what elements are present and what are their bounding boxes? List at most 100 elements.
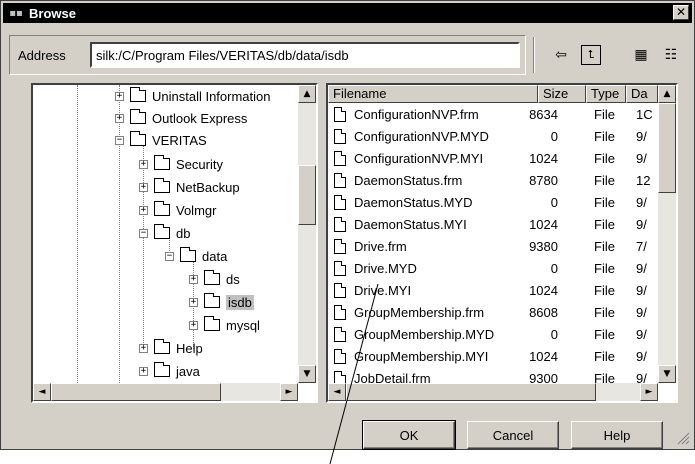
folder-icon bbox=[154, 362, 170, 377]
scroll-right-arrow-icon[interactable]: ► bbox=[640, 383, 658, 401]
file-row[interactable]: DaemonStatus.MYI 1024 File 9/ bbox=[328, 214, 658, 236]
file-icon bbox=[334, 261, 346, 276]
collapse-icon[interactable]: − bbox=[115, 135, 124, 145]
file-icon bbox=[334, 151, 346, 166]
folder-icon bbox=[130, 109, 146, 124]
folder-icon bbox=[204, 270, 220, 285]
expand-icon[interactable]: + bbox=[189, 320, 198, 330]
address-input[interactable]: silk:/C/Program Files/VERITAS/db/data/is… bbox=[90, 42, 520, 68]
scroll-thumb[interactable] bbox=[346, 383, 596, 401]
resize-grip-icon[interactable] bbox=[676, 431, 690, 445]
expand-icon[interactable]: + bbox=[189, 297, 198, 307]
expand-icon[interactable]: + bbox=[139, 205, 148, 215]
toolbar-separator bbox=[533, 37, 535, 73]
folder-icon bbox=[130, 131, 146, 146]
file-icon bbox=[334, 239, 346, 254]
scroll-down-arrow-icon[interactable]: ▼ bbox=[658, 365, 676, 383]
expand-icon[interactable]: + bbox=[139, 343, 148, 353]
column-header-date[interactable]: Da bbox=[626, 85, 658, 103]
scroll-up-arrow-icon[interactable]: ▲ bbox=[298, 85, 316, 103]
tree-item-db[interactable]: − db bbox=[139, 222, 190, 244]
file-row[interactable]: GroupMembership.MYI 1024 File 9/ bbox=[328, 346, 658, 368]
file-row[interactable]: GroupMembership.MYD 0 File 9/ bbox=[328, 324, 658, 346]
folder-icon bbox=[154, 155, 170, 170]
expand-icon[interactable]: + bbox=[115, 91, 124, 101]
files-vertical-scrollbar[interactable]: ▲ ▼ bbox=[658, 85, 676, 383]
ok-button[interactable]: OK bbox=[362, 420, 456, 450]
file-icon bbox=[334, 305, 346, 320]
folder-icon bbox=[204, 293, 220, 308]
tree-item-volmgr[interactable]: + Volmgr bbox=[139, 199, 216, 221]
browse-dialog: ▪▪ Browse ✕ Address silk:/C/Program File… bbox=[0, 0, 695, 450]
tree-item-java[interactable]: + java bbox=[139, 360, 200, 382]
scroll-left-arrow-icon[interactable]: ◄ bbox=[33, 383, 51, 401]
up-folder-icon[interactable]: ⮤ bbox=[581, 45, 601, 65]
help-button[interactable]: Help bbox=[571, 421, 663, 449]
folder-icon bbox=[154, 201, 170, 216]
folder-icon bbox=[154, 339, 170, 354]
tree-item-data[interactable]: − data bbox=[165, 245, 227, 267]
file-icon bbox=[334, 283, 346, 298]
title-bar[interactable]: ▪▪ Browse ✕ bbox=[3, 3, 692, 23]
selected-folder-label: isdb bbox=[226, 294, 254, 310]
address-bar: Address silk:/C/Program Files/VERITAS/db… bbox=[9, 35, 526, 75]
scroll-right-arrow-icon[interactable]: ► bbox=[280, 383, 298, 401]
tree-item-help[interactable]: + Help bbox=[139, 337, 203, 359]
list-view-icon[interactable]: ▦ bbox=[629, 43, 653, 67]
file-row[interactable]: DaemonStatus.MYD 0 File 9/ bbox=[328, 192, 658, 214]
file-row[interactable]: GroupMembership.frm 8608 File 9/ bbox=[328, 302, 658, 324]
column-header-filename[interactable]: Filename bbox=[328, 85, 538, 103]
tree-vertical-scrollbar[interactable]: ▲ ▼ bbox=[298, 85, 316, 383]
file-row[interactable]: Drive.MYD 0 File 9/ bbox=[328, 258, 658, 280]
folder-tree[interactable]: + Uninstall Information + Outlook Express … bbox=[31, 83, 318, 403]
scroll-thumb[interactable] bbox=[298, 165, 316, 225]
scroll-down-arrow-icon[interactable]: ▼ bbox=[298, 365, 316, 383]
dialog-title: Browse bbox=[29, 5, 76, 21]
scroll-thumb[interactable] bbox=[51, 383, 221, 401]
file-row[interactable]: ConfigurationNVP.frm 8634 File 1C bbox=[328, 104, 658, 126]
tree-item-veritas[interactable]: − VERITAS bbox=[115, 129, 207, 151]
file-icon bbox=[334, 349, 346, 364]
file-row[interactable]: ConfigurationNVP.MYI 1024 File 9/ bbox=[328, 148, 658, 170]
column-header-type[interactable]: Type bbox=[586, 85, 626, 103]
scroll-left-arrow-icon[interactable]: ◄ bbox=[328, 383, 346, 401]
tree-horizontal-scrollbar[interactable]: ◄ ► bbox=[33, 383, 298, 401]
scroll-thumb[interactable] bbox=[658, 103, 676, 193]
folder-icon bbox=[154, 178, 170, 193]
folder-icon bbox=[130, 87, 146, 102]
tree-item-security[interactable]: + Security bbox=[139, 153, 223, 175]
tree-item-netbackup[interactable]: + NetBackup bbox=[139, 176, 240, 198]
expand-icon[interactable]: + bbox=[189, 274, 198, 284]
file-icon bbox=[334, 217, 346, 232]
folder-icon bbox=[180, 247, 196, 262]
file-row[interactable]: Drive.MYI 1024 File 9/ bbox=[328, 280, 658, 302]
tree-item-outlook-express[interactable]: + Outlook Express bbox=[115, 107, 247, 129]
app-icon: ▪▪ bbox=[9, 7, 23, 19]
address-toolbar: Address silk:/C/Program Files/VERITAS/db… bbox=[9, 35, 686, 75]
file-list[interactable]: Filename Size Type Da ConfigurationNVP.f… bbox=[326, 83, 678, 403]
folder-icon bbox=[204, 316, 220, 331]
details-view-icon[interactable]: ☷ bbox=[659, 43, 683, 67]
file-row[interactable]: DaemonStatus.frm 8780 File 12 bbox=[328, 170, 658, 192]
scroll-up-arrow-icon[interactable]: ▲ bbox=[658, 85, 676, 103]
expand-icon[interactable]: + bbox=[115, 113, 124, 123]
back-icon[interactable]: ⇦ bbox=[549, 43, 573, 67]
cancel-button[interactable]: Cancel bbox=[467, 421, 559, 449]
tree-item-isdb[interactable]: + isdb bbox=[189, 291, 254, 313]
collapse-icon[interactable]: − bbox=[139, 228, 148, 238]
column-header-size[interactable]: Size bbox=[538, 85, 586, 103]
close-button[interactable]: ✕ bbox=[673, 5, 689, 20]
file-icon bbox=[334, 129, 346, 144]
tree-item-ds[interactable]: + ds bbox=[189, 268, 240, 290]
file-row[interactable]: ConfigurationNVP.MYD 0 File 9/ bbox=[328, 126, 658, 148]
tree-item-uninstall-information[interactable]: + Uninstall Information bbox=[115, 85, 271, 107]
expand-icon[interactable]: + bbox=[139, 182, 148, 192]
file-row[interactable]: Drive.frm 9380 File 7/ bbox=[328, 236, 658, 258]
tree-item-mysql[interactable]: + mysql bbox=[189, 314, 260, 336]
expand-icon[interactable]: + bbox=[139, 366, 148, 376]
file-icon bbox=[334, 327, 346, 342]
expand-icon[interactable]: + bbox=[139, 159, 148, 169]
collapse-icon[interactable]: − bbox=[165, 251, 174, 261]
files-horizontal-scrollbar[interactable]: ◄ ► bbox=[328, 383, 658, 401]
folder-icon bbox=[154, 224, 170, 239]
